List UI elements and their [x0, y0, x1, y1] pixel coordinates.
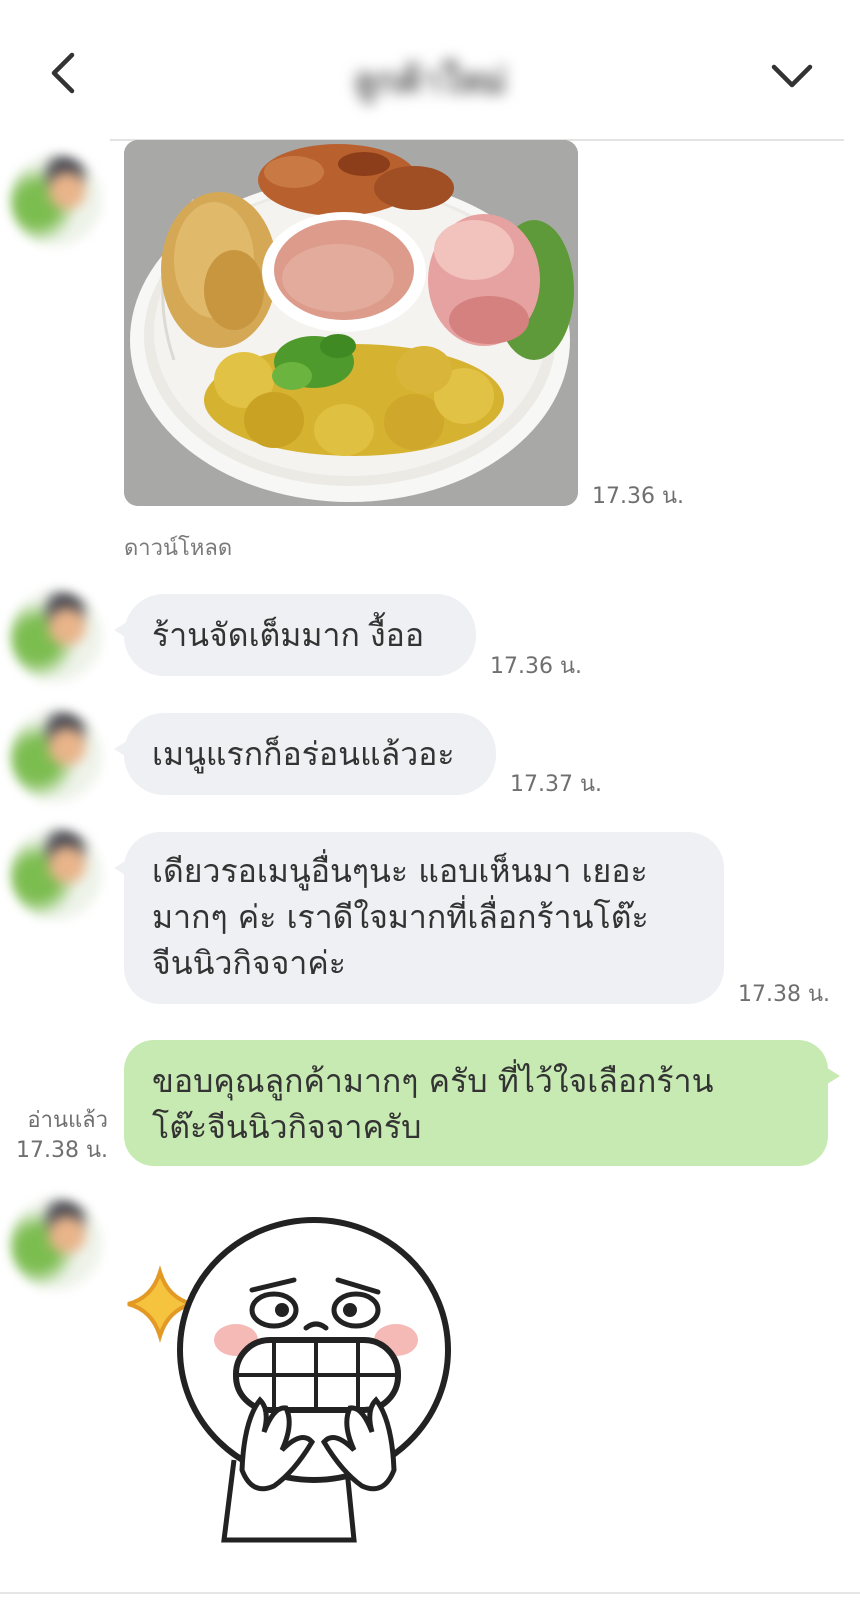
message-text-line: โต๊ะจีนนิวกิจจาครับ	[152, 1108, 422, 1146]
avatar[interactable]	[10, 590, 102, 682]
download-link[interactable]: ดาวน์โหลด	[124, 530, 232, 565]
message-text-line: ขอบคุณลูกค้ามากๆ ครับ ที่ไว้ใจเลือกร้าน	[152, 1062, 714, 1100]
chat-title: ลูกค้าใหม่	[353, 61, 507, 102]
message-text-line: จีนนิวกิจจาค่ะ	[152, 944, 346, 982]
avatar[interactable]	[10, 710, 102, 802]
message-bubble-incoming[interactable]: ร้านจัดเต็มมาก งื้ออ	[114, 594, 476, 676]
avatar[interactable]	[10, 154, 102, 246]
message-time: 17.37 น.	[510, 772, 603, 797]
message-text: ร้านจัดเต็มมาก งื้ออ	[152, 616, 425, 654]
message-text: เมนูแรกก็อร่อนแล้วอะ	[152, 735, 455, 773]
message-text-line: มากๆ ค่ะ เราดีใจมากที่เลื่อกร้านโต๊ะ	[152, 898, 649, 936]
message-text-line: เดียวรอเมนูอื่นๆนะ แอบเห็นมา เยอะ	[152, 852, 648, 890]
message-bubble-incoming[interactable]: เดียวรอเมนูอื่นๆนะ แอบเห็นมา เยอะ มากๆ ค…	[114, 832, 724, 1004]
avatar[interactable]	[10, 1198, 102, 1290]
message-time: 17.38 น.	[738, 982, 831, 1007]
message-time: 17.36 น.	[490, 654, 583, 679]
message-time: 17.38 น.	[15, 1138, 108, 1163]
food-platter-image	[124, 140, 578, 506]
avatar[interactable]	[10, 828, 102, 920]
read-receipt: อ่านแล้ว 17.38 น.	[14, 1106, 108, 1166]
sticker[interactable]	[124, 1210, 464, 1555]
chat-menu-button[interactable]	[764, 52, 820, 98]
chevron-left-icon	[51, 52, 75, 94]
laughing-face-sticker-icon	[127, 1217, 451, 1543]
message-time: 17.36 น.	[592, 484, 685, 509]
food-photo[interactable]	[124, 140, 578, 506]
message-bubble-outgoing[interactable]: ขอบคุณลูกค้ามากๆ ครับ ที่ไว้ใจเลือกร้าน …	[124, 1040, 840, 1166]
bottom-divider	[0, 1592, 860, 1594]
read-label: อ่านแล้ว	[27, 1108, 108, 1133]
chevron-down-icon	[771, 64, 813, 88]
chat-header: ลูกค้าใหม่	[0, 0, 860, 141]
message-bubble-incoming[interactable]: เมนูแรกก็อร่อนแล้วอะ	[114, 713, 496, 795]
back-button[interactable]	[38, 48, 88, 98]
